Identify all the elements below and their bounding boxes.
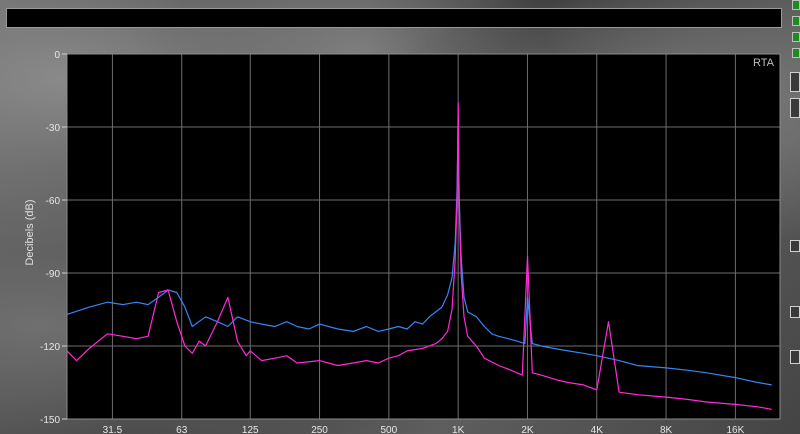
x-tick-label: 4K (591, 425, 604, 434)
side-button[interactable] (790, 350, 800, 364)
x-tick-label: 500 (381, 425, 398, 434)
y-tick-label: -30 (46, 123, 61, 134)
y-tick-label: -90 (46, 269, 61, 280)
chart-label: RTA (753, 57, 775, 69)
x-axis-ticks: 31.5 63 125 250 500 1K 2K 4K 8K 16K (103, 425, 745, 434)
x-tick-label: 8K (660, 425, 673, 434)
indicator-light (792, 16, 800, 26)
side-button[interactable] (790, 306, 800, 318)
x-tick-label: 16K (726, 425, 744, 434)
indicator-light (792, 32, 800, 42)
x-tick-label: 63 (176, 425, 188, 434)
y-tick-label: -150 (40, 415, 60, 426)
indicator-light (792, 0, 800, 10)
y-tick-label: -120 (40, 342, 60, 353)
side-button[interactable] (790, 72, 800, 92)
y-tick-label: 0 (54, 50, 60, 61)
x-tick-label: 250 (311, 425, 328, 434)
right-control-panel (784, 0, 800, 434)
y-axis-label: Decibels (dB) (24, 199, 36, 265)
y-axis-ticks: 0 -30 -60 -90 -120 -150 (40, 50, 67, 426)
side-button[interactable] (790, 98, 800, 118)
x-tick-label: 125 (242, 425, 259, 434)
plot-area (67, 54, 780, 419)
x-tick-label: 31.5 (103, 425, 123, 434)
y-tick-label: -60 (46, 196, 61, 207)
rta-spectrum-chart: 0 -30 -60 -90 -120 -150 31.5 63 125 250 500 1K 2K 4K… (24, 50, 781, 434)
indicator-light (792, 48, 800, 58)
side-button[interactable] (790, 240, 800, 252)
x-tick-label: 2K (521, 425, 534, 434)
x-tick-label: 1K (452, 425, 465, 434)
